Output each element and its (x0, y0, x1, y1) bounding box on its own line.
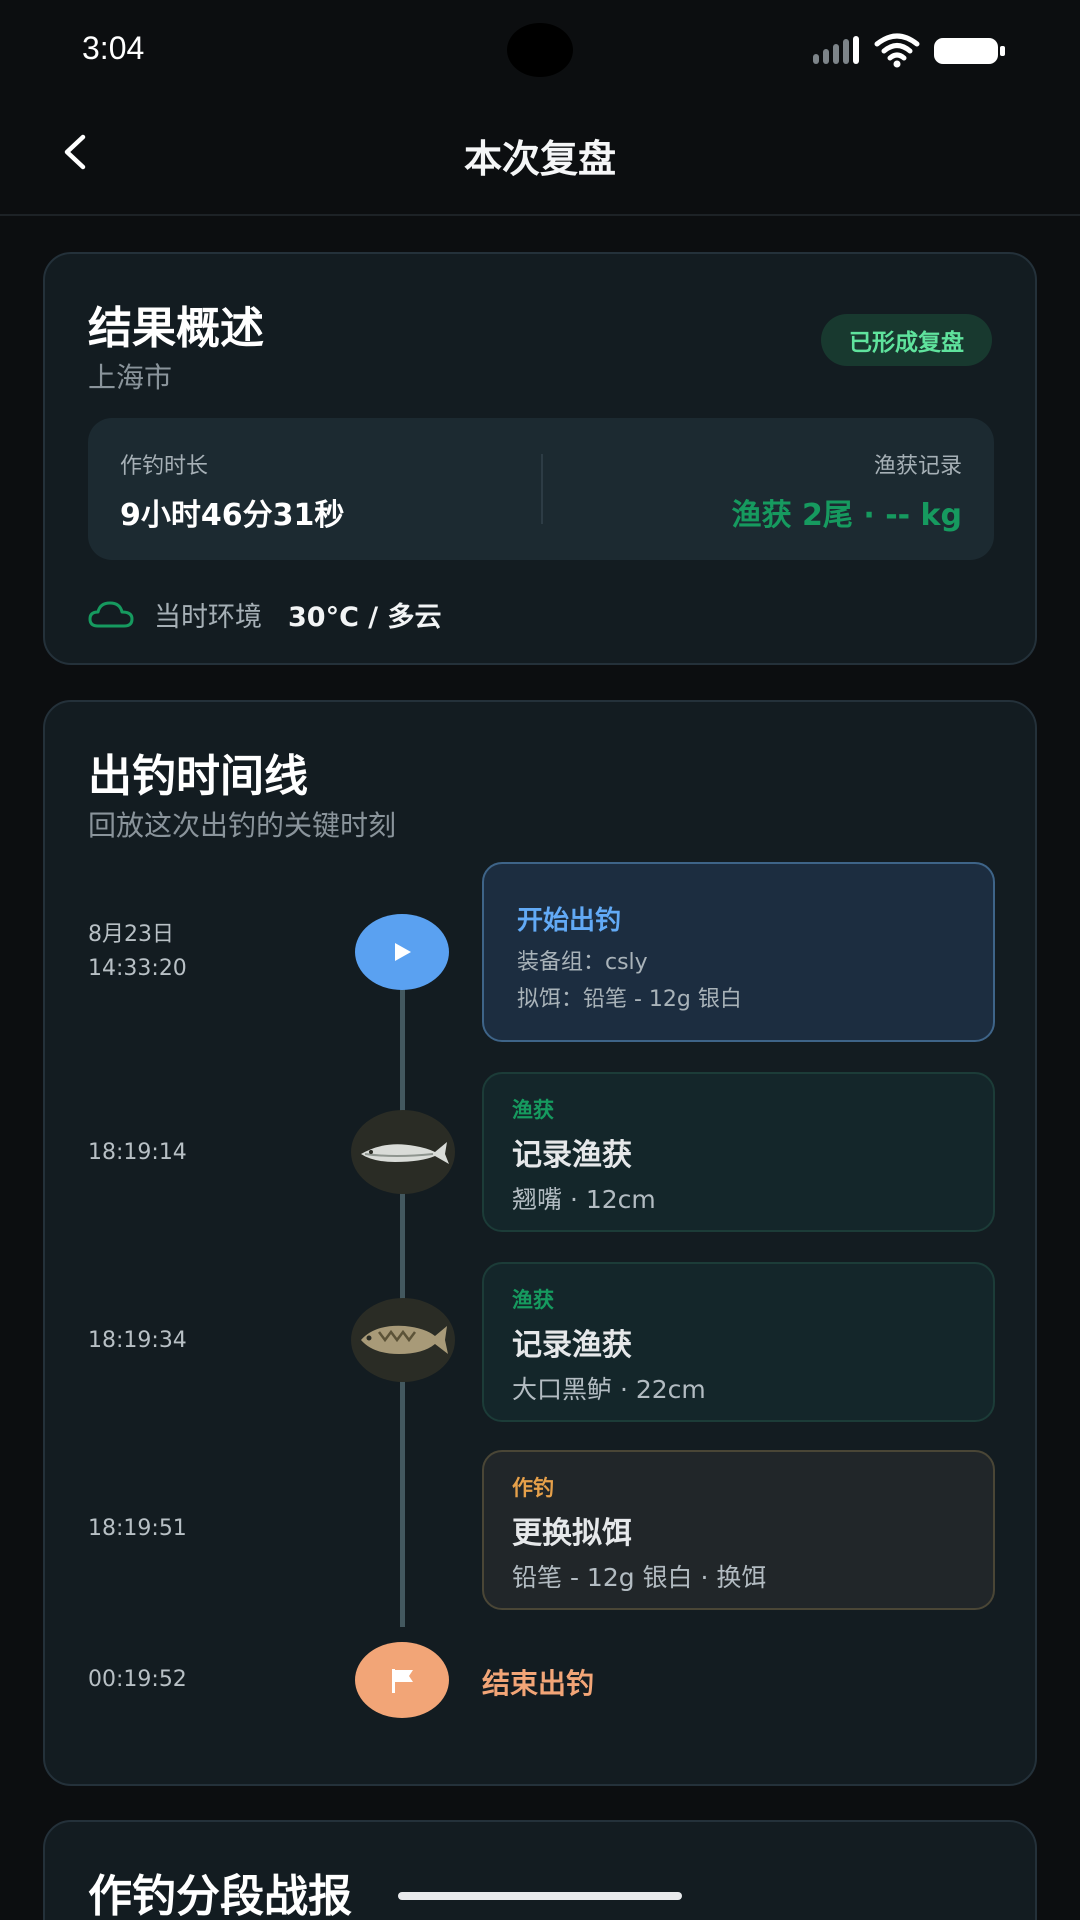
fish-thumbnail (351, 1298, 455, 1382)
catch-value: 渔获 2尾 · -- kg (731, 498, 962, 533)
start-node (355, 914, 449, 990)
duration-label: 作钓时长 (120, 454, 209, 479)
battery-icon (934, 38, 1005, 64)
event-title: 更换拟饵 (512, 1516, 632, 1551)
bass-icon (361, 1325, 448, 1354)
summary-title: 结果概述 (88, 303, 264, 354)
timeline-subtitle: 回放这次出钓的关键时刻 (88, 809, 397, 842)
event-title: 记录渔获 (512, 1138, 632, 1173)
timeline-card: 出钓时间线 回放这次出钓的关键时刻 8月23日 14:33:20 开始出钓 装备… (43, 700, 1037, 1786)
event-lure: 拟饵：铅笔 - 12g 银白 (517, 987, 742, 1012)
fish-icon (361, 1142, 449, 1164)
event-tag: 渔获 (512, 1098, 554, 1122)
timeline-title: 出钓时间线 (88, 751, 308, 802)
camera-cutout (507, 23, 573, 77)
timeline-line (400, 967, 405, 1627)
page-title: 本次复盘 (463, 137, 616, 181)
event-title: 开始出钓 (517, 906, 622, 936)
report-title: 作钓分段战报 (88, 1871, 352, 1920)
event-card-start[interactable]: 开始出钓 装备组：csly 拟饵：铅笔 - 12g 银白 (482, 862, 995, 1042)
duration-value: 9小时46分31秒 (120, 498, 345, 533)
end-label: 结束出钓 (482, 1667, 595, 1700)
stats-box: 作钓时长 9小时46分31秒 渔获记录 渔获 2尾 · -- kg (88, 418, 994, 560)
fish-thumbnail (351, 1110, 455, 1194)
summary-card: 结果概述 上海市 已形成复盘 作钓时长 9小时46分31秒 渔获记录 渔获 2尾… (43, 252, 1037, 665)
environment-row: 当时环境 30°C / 多云 (88, 594, 442, 634)
play-icon (395, 943, 411, 961)
event-card-catch[interactable]: 渔获 记录渔获 翘嘴 · 12cm (482, 1072, 995, 1232)
event-time: 18:19:14 (88, 1140, 187, 1165)
event-time: 14:33:20 (88, 956, 187, 981)
event-gear: 装备组：csly (517, 950, 648, 975)
wifi-icon (874, 33, 920, 68)
app-header: 本次复盘 (0, 100, 1080, 216)
status-bar: 3:04 (0, 0, 1080, 100)
event-detail: 铅笔 - 12g 银白 · 换饵 (512, 1563, 767, 1592)
status-time: 3:04 (82, 30, 145, 66)
cloud-icon (88, 601, 134, 628)
event-tag: 渔获 (512, 1288, 554, 1312)
report-card: 作钓分段战报 (43, 1820, 1037, 1920)
event-card-catch[interactable]: 渔获 记录渔获 大口黑鲈 · 22cm (482, 1262, 995, 1422)
event-title: 记录渔获 (512, 1328, 632, 1363)
event-time: 18:19:51 (88, 1516, 187, 1541)
catch-label: 渔获记录 (873, 454, 962, 479)
summary-location: 上海市 (88, 361, 173, 394)
timeline-time: 8月23日 14:33:20 (88, 918, 187, 986)
screen: 3:04 本次复盘 结果概述 上海市 已形成复盘 作钓时长 9小时46分31秒 … (0, 0, 1080, 1920)
env-label: 当时环境 (154, 601, 262, 633)
env-value: 30°C / 多云 (288, 601, 442, 633)
event-tag: 作钓 (512, 1476, 554, 1500)
status-badge: 已形成复盘 (821, 314, 992, 366)
event-time: 18:19:34 (88, 1328, 187, 1353)
flag-icon (392, 1669, 413, 1693)
event-date: 8月23日 (88, 922, 174, 947)
event-card-lure-swap[interactable]: 作钓 更换拟饵 铅笔 - 12g 银白 · 换饵 (482, 1450, 995, 1610)
stats-divider (541, 454, 543, 524)
event-time: 00:19:52 (88, 1667, 187, 1692)
event-detail: 翘嘴 · 12cm (512, 1185, 656, 1214)
end-node (355, 1642, 449, 1718)
event-detail: 大口黑鲈 · 22cm (512, 1375, 706, 1404)
signal-icon (813, 36, 859, 64)
home-indicator[interactable] (398, 1892, 682, 1900)
